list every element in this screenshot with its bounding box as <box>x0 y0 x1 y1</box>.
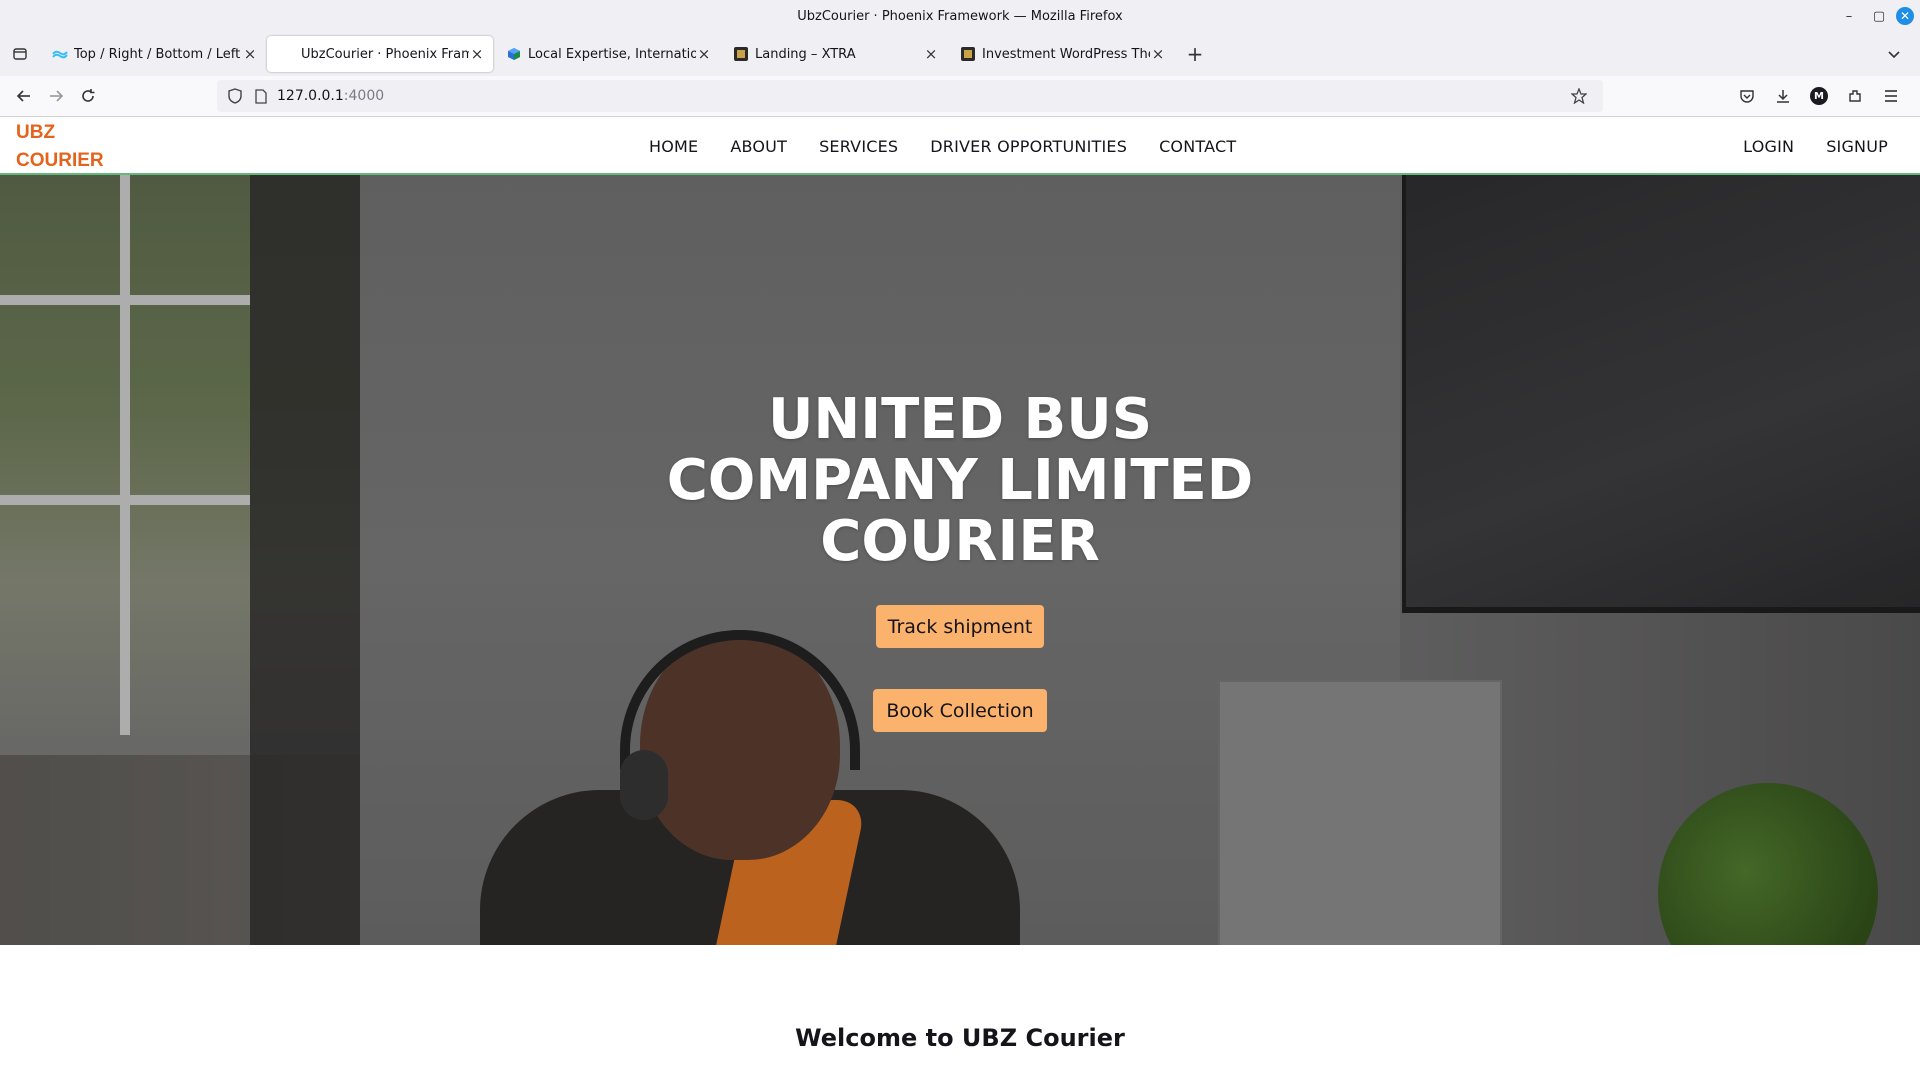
browser-toolbar: 127.0.0.1:4000 M <box>0 76 1920 117</box>
logo-line-1: UBZ <box>16 122 56 143</box>
url-port: :4000 <box>343 88 385 104</box>
site-logo[interactable]: UBZ COURIER <box>16 119 126 175</box>
page-icon <box>251 86 271 106</box>
page-icon <box>279 46 295 62</box>
tailwind-icon <box>52 46 68 62</box>
forward-arrow-icon[interactable] <box>40 80 72 112</box>
minimize-button[interactable]: – <box>1836 3 1862 29</box>
hero-section: UNITED BUS COMPANY LIMITED COURIER Track… <box>0 175 1920 945</box>
download-icon[interactable] <box>1767 80 1799 112</box>
close-tab-icon[interactable]: × <box>1150 46 1166 62</box>
cube-icon <box>506 46 522 62</box>
tab-title: UbzCourier · Phoenix Framew <box>301 46 469 62</box>
main-nav: HOME ABOUT SERVICES DRIVER OPPORTUNITIES… <box>649 117 1268 175</box>
tab-title: Investment WordPress Ther <box>982 46 1150 62</box>
close-tab-icon[interactable]: × <box>242 46 258 62</box>
window-controls: – ▢ ✕ <box>1836 0 1914 32</box>
avatar: M <box>1810 87 1828 105</box>
logo-line-2: COURIER <box>16 150 104 171</box>
login-link[interactable]: LOGIN <box>1743 137 1794 156</box>
toolbar-right: M <box>1731 80 1907 112</box>
hero-title-line-3: COURIER <box>820 509 1100 574</box>
url-bar[interactable]: 127.0.0.1:4000 <box>217 80 1603 112</box>
hero-title-line-2: COMPANY LIMITED <box>666 448 1254 513</box>
new-tab-button[interactable]: + <box>1181 40 1209 68</box>
track-shipment-button[interactable]: Track shipment <box>876 605 1044 648</box>
tab-strip: Top / Right / Bottom / Left × UbzCourier… <box>0 32 1920 76</box>
signup-link[interactable]: SIGNUP <box>1826 137 1888 156</box>
tab-title: Top / Right / Bottom / Left <box>74 46 241 62</box>
close-tab-icon[interactable]: × <box>469 46 485 62</box>
tab-title: Local Expertise, Internation <box>528 46 696 62</box>
close-tab-icon[interactable]: × <box>923 46 939 62</box>
auth-nav: LOGIN SIGNUP <box>1743 117 1888 175</box>
nav-home[interactable]: HOME <box>649 137 698 156</box>
tab-top-right-bottom-left[interactable]: Top / Right / Bottom / Left × <box>40 36 266 72</box>
book-collection-button[interactable]: Book Collection <box>873 689 1047 732</box>
welcome-heading: Welcome to UBZ Courier <box>795 1024 1125 1052</box>
maximize-button[interactable]: ▢ <box>1866 3 1892 29</box>
account-button[interactable]: M <box>1803 80 1835 112</box>
nav-driver-opportunities[interactable]: DRIVER OPPORTUNITIES <box>930 137 1127 156</box>
nav-contact[interactable]: CONTACT <box>1159 137 1236 156</box>
url-host: 127.0.0.1 <box>277 88 344 104</box>
window-titlebar: UbzCourier · Phoenix Framework — Mozilla… <box>0 0 1920 32</box>
xtra-icon <box>733 46 749 62</box>
hero-title-line-1: UNITED BUS <box>767 387 1153 452</box>
site-header: UBZ COURIER HOME ABOUT SERVICES DRIVER O… <box>0 117 1920 175</box>
firefox-view-icon[interactable] <box>8 42 32 66</box>
close-window-button[interactable]: ✕ <box>1896 7 1914 25</box>
tab-local-expertise[interactable]: Local Expertise, Internation × <box>494 36 720 72</box>
pocket-icon[interactable] <box>1731 80 1763 112</box>
shield-icon[interactable] <box>225 86 245 106</box>
chevron-down-icon[interactable] <box>1882 42 1906 66</box>
window-title: UbzCourier · Phoenix Framework — Mozilla… <box>797 8 1123 24</box>
tab-investment-wordpress[interactable]: Investment WordPress Ther × <box>948 36 1174 72</box>
extensions-icon[interactable] <box>1839 80 1871 112</box>
xtra-icon <box>960 46 976 62</box>
bookmark-star-icon[interactable] <box>1569 86 1589 106</box>
reload-icon[interactable] <box>72 80 104 112</box>
tab-title: Landing – XTRA <box>755 46 856 62</box>
back-arrow-icon[interactable] <box>8 80 40 112</box>
tab-ubzcourier[interactable]: UbzCourier · Phoenix Framew × <box>267 36 493 72</box>
close-tab-icon[interactable]: × <box>696 46 712 62</box>
tab-landing-xtra[interactable]: Landing – XTRA × <box>721 36 947 72</box>
nav-about[interactable]: ABOUT <box>730 137 787 156</box>
hero-title: UNITED BUS COMPANY LIMITED COURIER <box>560 389 1360 572</box>
nav-services[interactable]: SERVICES <box>819 137 898 156</box>
hamburger-menu-icon[interactable] <box>1875 80 1907 112</box>
